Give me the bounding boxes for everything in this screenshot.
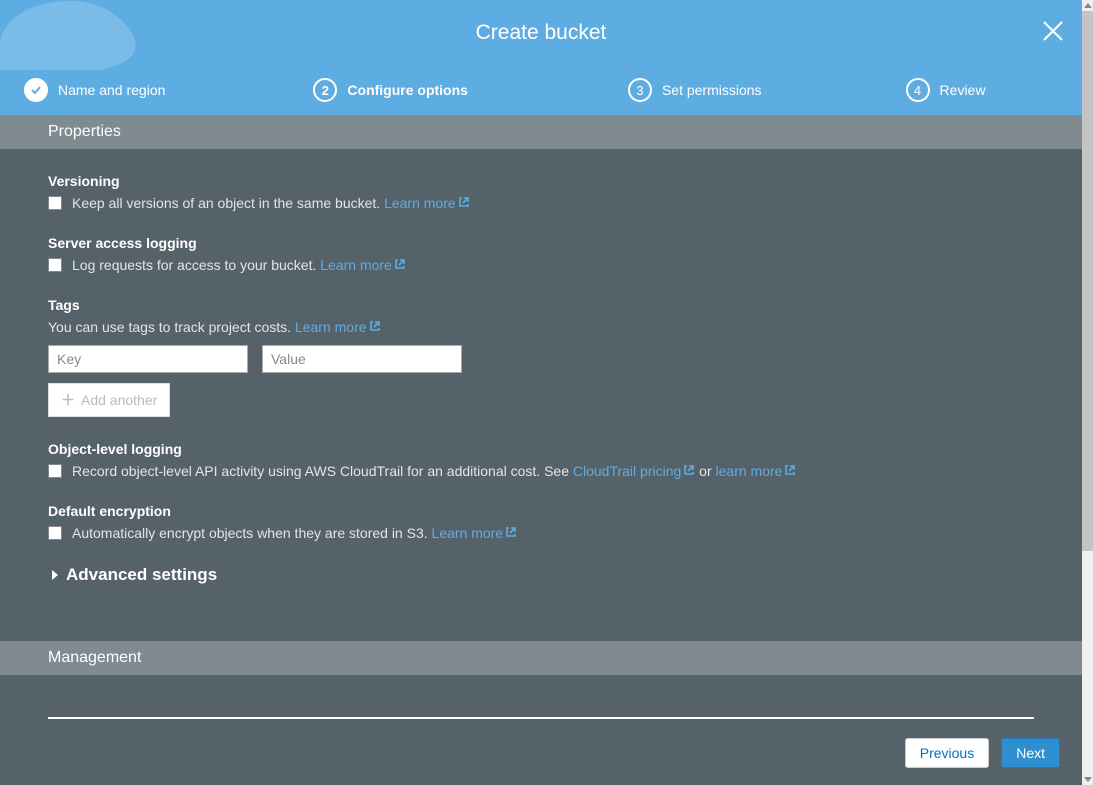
spacer <box>0 675 1082 703</box>
step-set-permissions[interactable]: 3 Set permissions <box>628 78 762 102</box>
previous-button[interactable]: Previous <box>905 738 989 768</box>
step-name-region[interactable]: Name and region <box>24 78 165 102</box>
object-logging-desc-pre: Record object-level API activity using A… <box>72 463 573 479</box>
logging-desc: Log requests for access to your bucket. … <box>72 257 406 273</box>
encryption-checkbox[interactable] <box>48 526 62 540</box>
caret-down-icon <box>1084 777 1092 782</box>
step-1-label: Name and region <box>58 82 165 98</box>
step-2-number: 2 <box>313 78 337 102</box>
versioning-learn-more-link[interactable]: Learn more <box>384 195 470 211</box>
add-another-tag-button[interactable]: ＋ Add another <box>48 383 170 417</box>
step-review[interactable]: 4 Review <box>906 78 986 102</box>
object-logging-learn-more-text: learn more <box>716 463 783 479</box>
wizard-steps: Name and region 2 Configure options 3 Se… <box>0 65 1082 115</box>
logging-title: Server access logging <box>48 235 1034 251</box>
external-link-icon <box>369 319 381 331</box>
close-button[interactable] <box>1042 20 1064 47</box>
tags-desc: You can use tags to track project costs.… <box>48 319 1034 335</box>
versioning-title: Versioning <box>48 173 1034 189</box>
logging-learn-more-link[interactable]: Learn more <box>320 257 406 273</box>
logging-block: Server access logging Log requests for a… <box>48 235 1034 273</box>
tags-block: Tags You can use tags to track project c… <box>48 297 1034 417</box>
external-link-icon <box>784 463 796 475</box>
external-link-icon <box>683 463 695 475</box>
tag-value-input[interactable] <box>262 345 462 373</box>
tags-learn-more-text: Learn more <box>295 319 367 335</box>
scrollbar-down-button[interactable] <box>1082 774 1093 785</box>
step-2-label: Configure options <box>347 82 468 98</box>
advanced-settings-toggle[interactable]: Advanced settings <box>52 565 1034 585</box>
encryption-desc-text: Automatically encrypt objects when they … <box>72 525 428 541</box>
next-button[interactable]: Next <box>1001 738 1060 768</box>
caret-up-icon <box>1084 3 1092 8</box>
divider <box>48 717 1034 719</box>
cloudtrail-pricing-link[interactable]: CloudTrail pricing <box>573 463 695 479</box>
encryption-desc: Automatically encrypt objects when they … <box>72 525 517 541</box>
encryption-learn-more-link[interactable]: Learn more <box>432 525 518 541</box>
object-logging-checkbox[interactable] <box>48 464 62 478</box>
close-icon <box>1042 20 1064 42</box>
encryption-block: Default encryption Automatically encrypt… <box>48 503 1034 541</box>
page-title: Create bucket <box>476 21 607 45</box>
external-link-icon <box>394 257 406 269</box>
scrollbar-up-button[interactable] <box>1082 0 1093 11</box>
object-logging-title: Object-level logging <box>48 441 1034 457</box>
properties-content: Versioning Keep all versions of an objec… <box>0 149 1082 595</box>
section-gap <box>0 595 1082 641</box>
caret-right-icon <box>52 570 58 580</box>
object-logging-block: Object-level logging Record object-level… <box>48 441 1034 479</box>
tags-desc-text: You can use tags to track project costs. <box>48 319 291 335</box>
object-logging-desc: Record object-level API activity using A… <box>72 463 796 479</box>
tags-title: Tags <box>48 297 1034 313</box>
versioning-block: Versioning Keep all versions of an objec… <box>48 173 1034 211</box>
versioning-learn-more-text: Learn more <box>384 195 456 211</box>
encryption-learn-more-text: Learn more <box>432 525 504 541</box>
tag-key-input[interactable] <box>48 345 248 373</box>
properties-section-header: Properties <box>0 115 1082 149</box>
tag-input-row <box>48 345 1034 373</box>
management-section-header: Management <box>0 641 1082 675</box>
advanced-settings-label: Advanced settings <box>66 565 217 585</box>
header-decor <box>0 0 160 80</box>
logging-desc-text: Log requests for access to your bucket. <box>72 257 316 273</box>
add-another-label: Add another <box>81 392 157 408</box>
external-link-icon <box>505 525 517 537</box>
create-bucket-modal: Create bucket Name and region 2 Configur… <box>0 0 1082 785</box>
step-4-label: Review <box>940 82 986 98</box>
modal-footer: Previous Next <box>0 721 1082 785</box>
modal-header: Create bucket <box>0 0 1082 65</box>
versioning-desc-text: Keep all versions of an object in the sa… <box>72 195 380 211</box>
versioning-desc: Keep all versions of an object in the sa… <box>72 195 470 211</box>
scrollbar-track[interactable] <box>1082 0 1093 785</box>
cloudtrail-pricing-text: CloudTrail pricing <box>573 463 681 479</box>
object-logging-learn-more-link[interactable]: learn more <box>716 463 797 479</box>
object-logging-mid: or <box>695 463 715 479</box>
tags-learn-more-link[interactable]: Learn more <box>295 319 381 335</box>
step-configure-options[interactable]: 2 Configure options <box>313 78 468 102</box>
step-3-label: Set permissions <box>662 82 762 98</box>
scrollbar-thumb[interactable] <box>1082 11 1093 551</box>
step-3-number: 3 <box>628 78 652 102</box>
versioning-checkbox[interactable] <box>48 196 62 210</box>
step-1-check-icon <box>24 78 48 102</box>
modal-body: Properties Versioning Keep all versions … <box>0 115 1082 785</box>
logging-checkbox[interactable] <box>48 258 62 272</box>
step-4-number: 4 <box>906 78 930 102</box>
external-link-icon <box>458 195 470 207</box>
logging-learn-more-text: Learn more <box>320 257 392 273</box>
plus-icon: ＋ <box>61 390 75 410</box>
encryption-title: Default encryption <box>48 503 1034 519</box>
